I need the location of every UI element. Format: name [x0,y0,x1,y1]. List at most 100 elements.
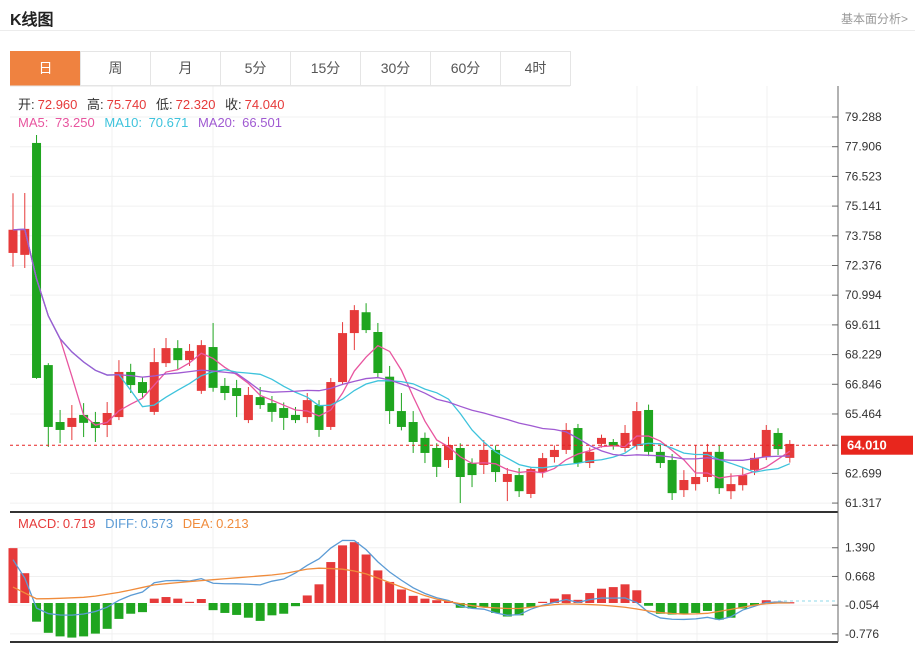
candle-body [679,480,688,490]
candle-body [503,474,512,482]
diff-label: DIFF: [105,516,138,531]
price-axis-label: 68.229 [845,348,882,362]
candle-body [315,405,324,430]
macd-axis-label: 0.668 [845,569,875,583]
macd-axis-label: 1.390 [845,541,875,555]
macd-histogram-bar [138,603,147,612]
candle-body [515,475,524,491]
price-axis-label: 73.758 [845,229,882,243]
price-axis-label: 61.317 [845,496,882,510]
macd-label: MACD: [18,516,60,531]
macd-histogram-bar [197,599,206,603]
macd-histogram-bar [220,603,229,613]
macd-histogram-bar [44,603,53,633]
candle-body [397,411,406,427]
macd-histogram-bar [538,602,547,603]
candle-body [538,458,547,472]
macd-histogram-bar [303,595,312,603]
price-axis-label: 70.994 [845,288,882,302]
candle-body [244,395,253,420]
macd-histogram-bar [126,603,135,614]
macd-histogram-bar [79,603,88,636]
macd-histogram-bar [420,599,429,603]
macd-histogram-bar [256,603,265,621]
macd-histogram-bar [173,599,182,603]
candle-body [715,452,724,488]
macd-histogram-bar [338,545,347,603]
low-label: 低: [156,97,173,112]
candle-body [197,345,206,391]
macd-histogram-bar [267,603,276,615]
macd-histogram-bar [350,542,359,603]
candle-body [303,400,312,417]
candle-body [209,347,218,388]
candle-body [632,411,641,446]
candle-body [738,475,747,485]
current-price-label: 64.010 [847,438,887,453]
candle-body [220,386,229,393]
candle-body [668,460,677,493]
macd-histogram-bar [562,594,571,603]
ohlc-legend: 开:72.960 高:75.740 低:72.320 收:74.040 [18,94,290,113]
high-value: 75.740 [107,97,147,112]
candle-body [385,377,394,411]
candle-body [362,312,371,330]
macd-histogram-bar [597,589,606,603]
diff-value: 0.573 [141,516,174,531]
macd-histogram-bar [679,603,688,614]
macd-histogram-bar [56,603,65,636]
candle-body [185,351,194,360]
candle-body [774,433,783,449]
macd-histogram-bar [291,603,300,606]
macd-histogram-bar [9,548,18,603]
ma5-line [13,229,790,478]
ma10-label: MA10: [104,115,142,130]
candle-body [409,422,418,442]
candle-body [44,365,53,427]
price-axis-label: 65.464 [845,407,882,421]
close-value: 74.040 [245,97,285,112]
candle-body [126,372,135,385]
candle-body [432,448,441,467]
macd-histogram-bar [185,602,194,603]
ma10-value: 70.671 [149,115,189,130]
macd-histogram-bar [373,570,382,603]
open-label: 开: [18,97,35,112]
candle-body [550,450,559,457]
macd-histogram-bar [691,603,700,613]
macd-histogram-bar [621,584,630,603]
macd-axis-label: -0.776 [845,627,879,641]
candle-body [656,452,665,463]
low-value: 72.320 [176,97,216,112]
candle-body [291,415,300,420]
candle-body [256,397,265,405]
candle-body [726,484,735,491]
dea-label: DEA: [183,516,213,531]
candle-body [762,430,771,457]
macd-histogram-bar [397,589,406,603]
macd-histogram-bar [232,603,241,615]
candle-body [526,469,535,494]
macd-histogram-bar [409,596,418,603]
ma-legend: MA5: 73.250 MA10: 70.671 MA20: 66.501 [18,115,288,130]
macd-histogram-bar [114,603,123,619]
price-axis-label: 77.906 [845,140,882,154]
macd-histogram-bar [162,597,171,603]
macd-histogram-bar [91,603,100,634]
candle-body [279,408,288,418]
candle-body [56,422,65,430]
candle-body [79,415,88,423]
macd-histogram-bar [362,555,371,603]
price-axis-label: 76.523 [845,169,882,183]
candle-body [373,332,382,373]
price-axis-label: 72.376 [845,258,882,272]
candle-body [162,348,171,363]
macd-histogram-bar [703,603,712,611]
macd-value: 0.719 [63,516,96,531]
candle-body [138,382,147,393]
price-axis-label: 69.611 [845,318,881,332]
ma5-value: 73.250 [55,115,95,130]
macd-histogram-bar [644,603,653,606]
close-label: 收: [225,97,242,112]
candle-body [32,143,41,378]
